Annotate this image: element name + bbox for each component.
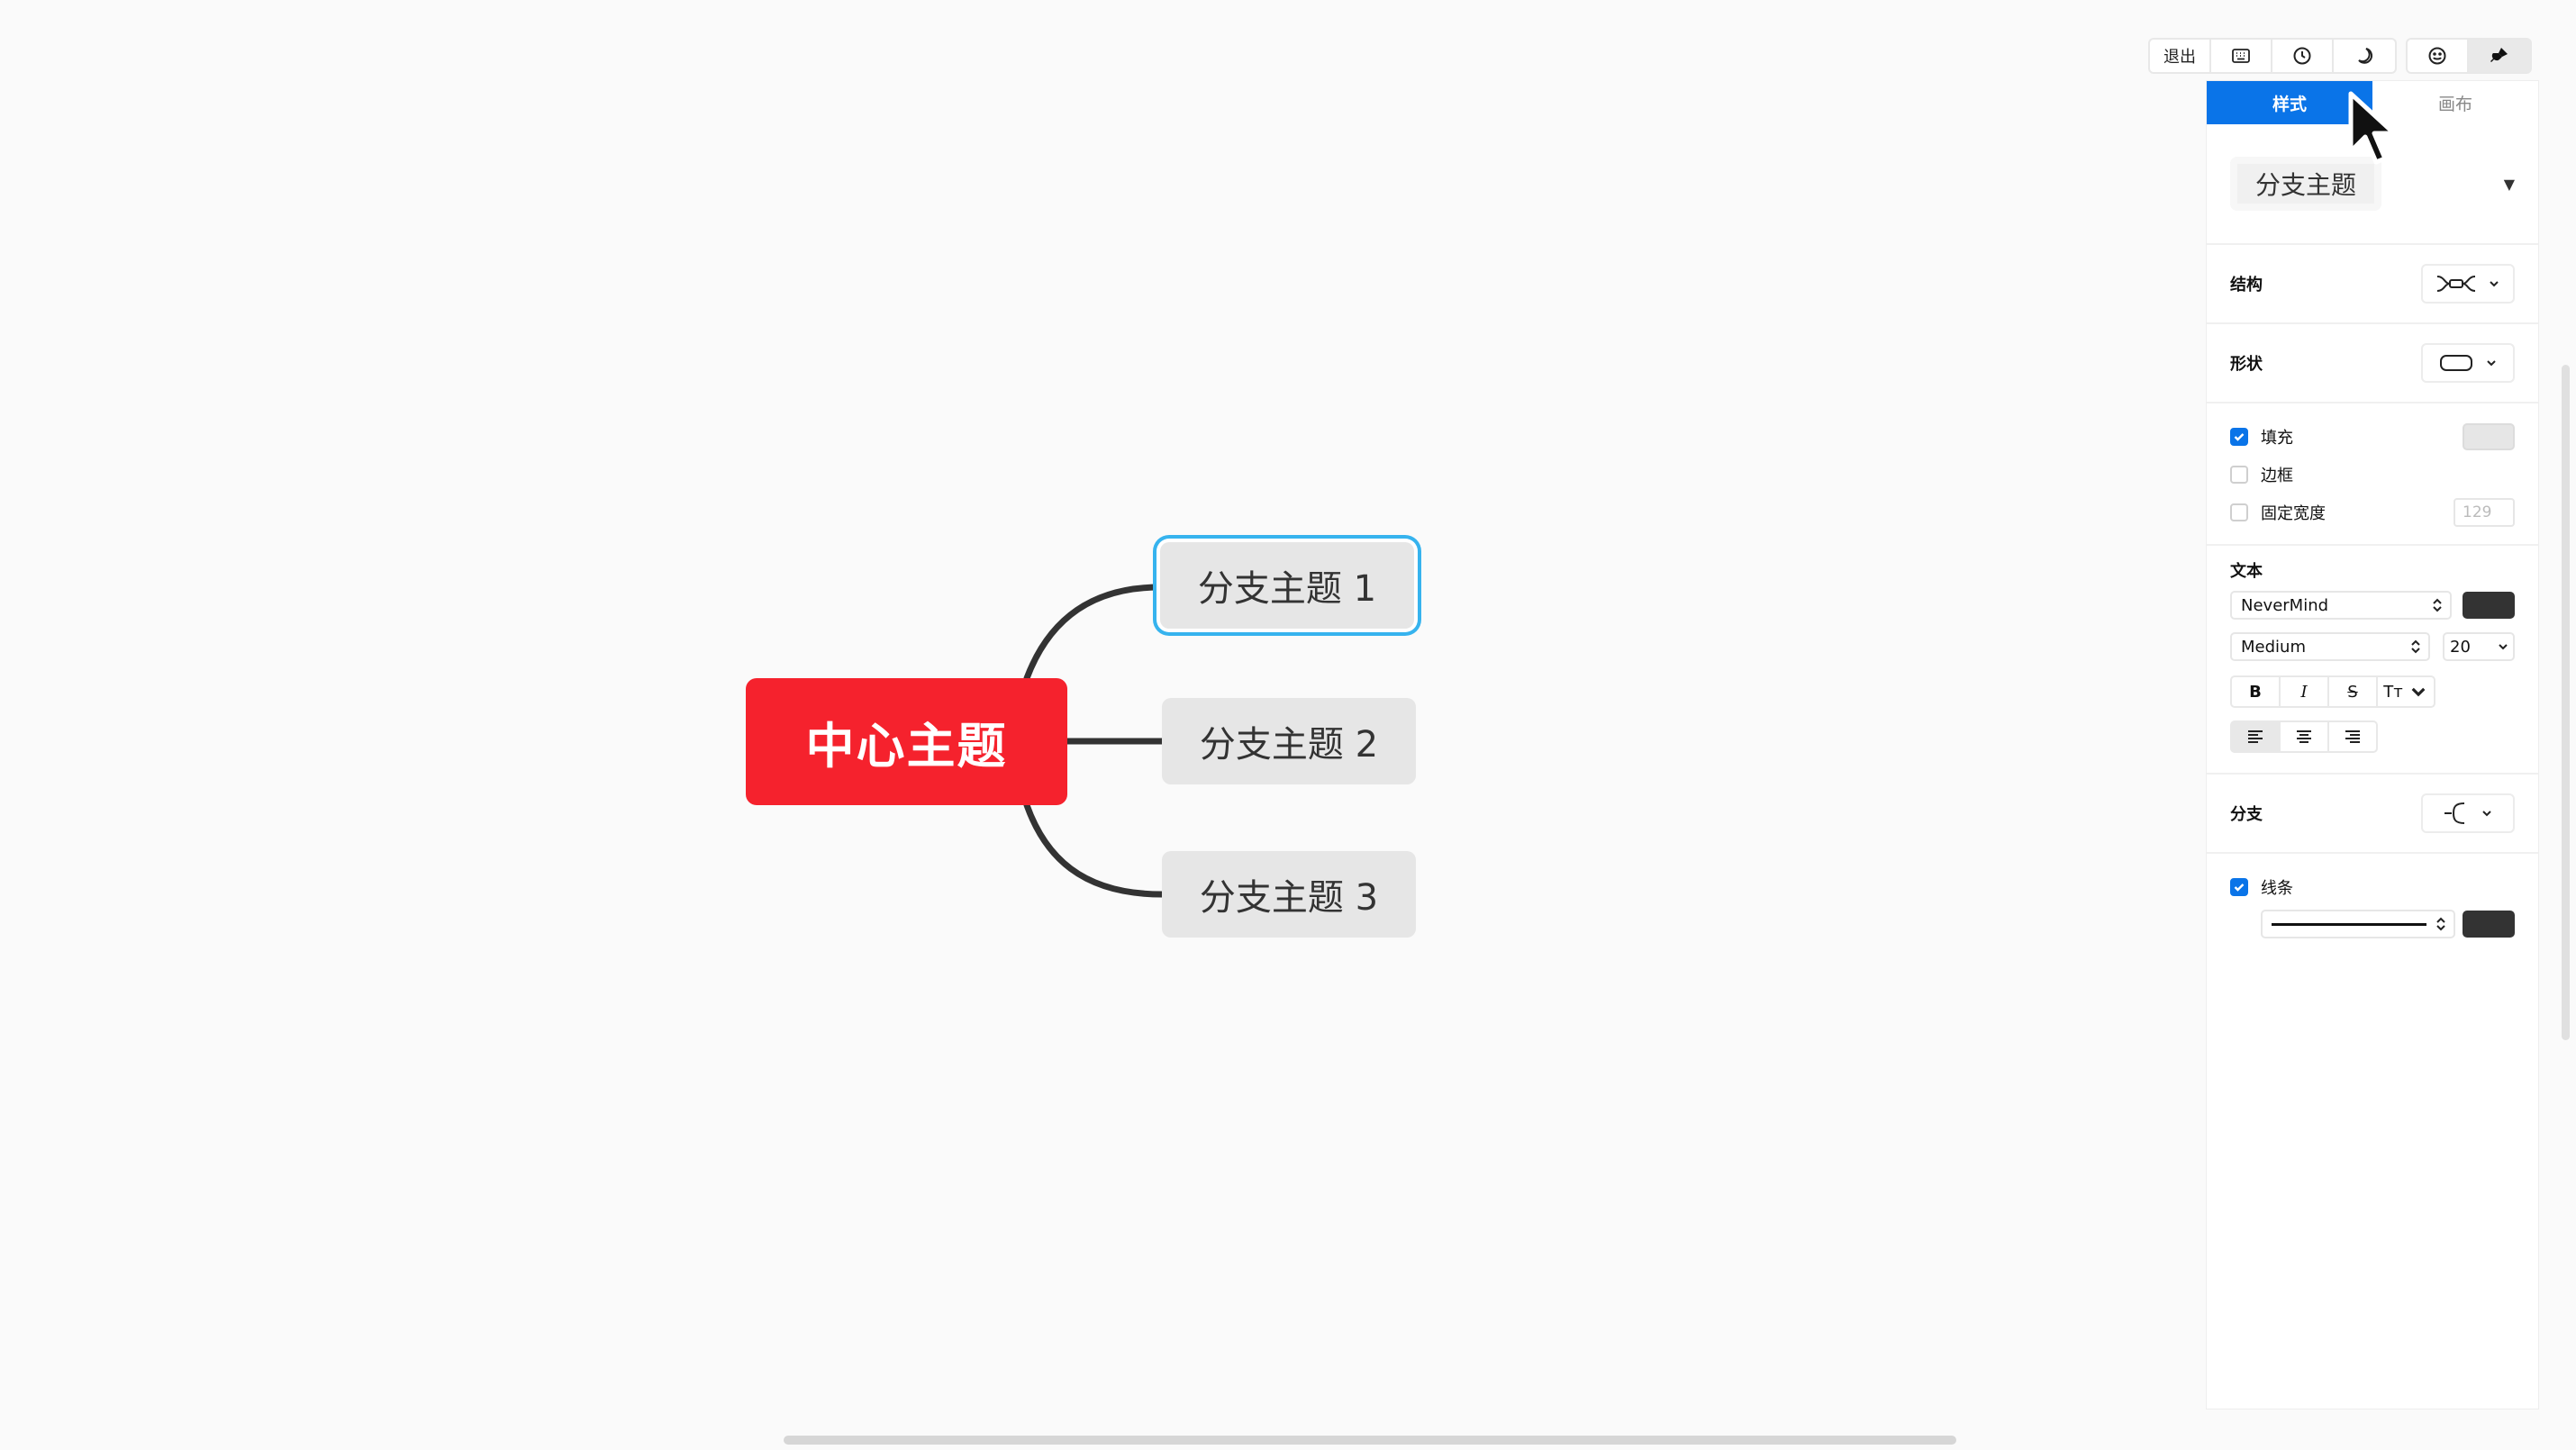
- clock-icon: [2293, 47, 2311, 65]
- fixed-width-checkbox[interactable]: [2230, 503, 2248, 521]
- align-center-icon: [2297, 730, 2311, 743]
- history-button[interactable]: [2272, 40, 2334, 72]
- italic-button[interactable]: I: [2281, 677, 2329, 706]
- vertical-scrollbar[interactable]: [2562, 365, 2570, 1040]
- text-case-dropdown[interactable]: Tт: [2378, 677, 2434, 706]
- line-style-preview: [2272, 922, 2426, 926]
- border-checkbox[interactable]: [2230, 466, 2248, 484]
- font-weight-select[interactable]: Medium: [2230, 632, 2430, 661]
- text-color-swatch[interactable]: [2463, 592, 2515, 619]
- dark-mode-button[interactable]: [2334, 40, 2395, 72]
- structure-label: 结构: [2230, 276, 2263, 295]
- chevron-down-icon: [2490, 281, 2499, 287]
- fill-label: 填充: [2261, 429, 2293, 448]
- chevron-down-icon: [2411, 687, 2426, 697]
- font-family-value: NeverMind: [2241, 595, 2329, 615]
- branch-topic-3[interactable]: 分支主题 3: [1162, 851, 1416, 938]
- text-case-label: Tт: [2383, 682, 2403, 702]
- align-right-button[interactable]: [2329, 722, 2376, 751]
- connector-branch-3: [1023, 802, 1166, 898]
- line-color-swatch[interactable]: [2463, 911, 2515, 938]
- line-section: 线条: [2207, 854, 2538, 938]
- font-family-select[interactable]: NeverMind: [2230, 591, 2452, 620]
- line-row: 线条: [2230, 868, 2515, 906]
- text-label: 文本: [2230, 562, 2263, 581]
- keyboard-button[interactable]: [2211, 40, 2272, 72]
- align-center-button[interactable]: [2281, 722, 2329, 751]
- line-label: 线条: [2261, 879, 2293, 898]
- shape-section: 形状: [2207, 324, 2538, 403]
- structure-section: 结构: [2207, 245, 2538, 324]
- branch-curve-icon: [2444, 802, 2465, 824]
- branch-style-dropdown[interactable]: [2421, 793, 2515, 833]
- updown-icon: [2436, 917, 2445, 931]
- updown-icon: [2411, 639, 2420, 654]
- mouse-cursor-icon: [2348, 91, 2397, 165]
- top-toolbar: 退出: [2148, 38, 2532, 74]
- align-right-icon: [2345, 730, 2360, 743]
- line-style-select[interactable]: [2261, 910, 2455, 938]
- toolbar-main-group: 退出: [2148, 38, 2397, 74]
- text-section: 文本 NeverMind Medium 20 B I S Tт: [2207, 546, 2538, 775]
- fixed-width-row: 固定宽度 129: [2230, 494, 2515, 531]
- chevron-down-icon: [2499, 644, 2508, 650]
- check-icon: [2234, 433, 2245, 441]
- font-size-value: 20: [2450, 637, 2471, 657]
- structure-dropdown[interactable]: [2421, 264, 2515, 304]
- text-align-group: [2230, 720, 2378, 753]
- text-format-group: B I S Tт: [2230, 675, 2435, 708]
- border-label: 边框: [2261, 467, 2293, 485]
- line-checkbox[interactable]: [2230, 878, 2248, 896]
- mindmap-canvas[interactable]: 中心主题 分支主题 1 分支主题 2 分支主题 3: [0, 0, 2576, 1450]
- fill-border-section: 填充 边框 固定宽度 129: [2207, 403, 2538, 546]
- central-topic[interactable]: 中心主题: [746, 678, 1067, 805]
- structure-icon: [2436, 276, 2476, 292]
- branch-label: 分支: [2230, 805, 2263, 824]
- fixed-width-input[interactable]: 129: [2454, 498, 2515, 527]
- font-weight-value: Medium: [2241, 637, 2306, 657]
- fill-color-swatch[interactable]: [2463, 423, 2515, 450]
- caret-down-icon: ▼: [2503, 175, 2515, 193]
- bold-button[interactable]: B: [2232, 677, 2281, 706]
- exit-button[interactable]: 退出: [2150, 40, 2211, 72]
- fixed-width-label: 固定宽度: [2261, 504, 2326, 523]
- branch-section: 分支: [2207, 775, 2538, 854]
- branch-topic-2[interactable]: 分支主题 2: [1162, 698, 1416, 784]
- style-panel: 样式 画布 分支主题 ▼ 结构 形状 填充 边框 固定宽度 129 文本 Nev…: [2207, 81, 2538, 1409]
- chevron-down-icon: [2487, 360, 2496, 367]
- emoji-button[interactable]: [2408, 40, 2469, 72]
- align-left-icon: [2248, 730, 2263, 743]
- toolbar-style-group: [2406, 38, 2532, 74]
- border-row: 边框: [2230, 456, 2515, 494]
- chevron-down-icon: [2482, 811, 2491, 817]
- shape-dropdown[interactable]: [2421, 343, 2515, 383]
- align-left-button[interactable]: [2232, 722, 2281, 751]
- shape-label: 形状: [2230, 355, 2263, 374]
- moon-icon: [2358, 48, 2372, 64]
- updown-icon: [2433, 598, 2442, 612]
- fill-checkbox[interactable]: [2230, 428, 2248, 446]
- connector-branch-1: [1023, 584, 1164, 682]
- horizontal-scrollbar[interactable]: [784, 1436, 1956, 1445]
- keyboard-icon: [2232, 49, 2250, 63]
- brush-icon: [2490, 48, 2508, 62]
- strikethrough-button[interactable]: S: [2329, 677, 2378, 706]
- font-size-select[interactable]: 20: [2443, 632, 2515, 661]
- fill-row: 填充: [2230, 418, 2515, 456]
- emoji-icon: [2428, 47, 2446, 65]
- branch-topic-1[interactable]: 分支主题 1: [1160, 542, 1414, 629]
- style-brush-button[interactable]: [2469, 40, 2530, 72]
- rounded-rect-shape-icon: [2440, 355, 2472, 371]
- check-icon: [2234, 884, 2245, 892]
